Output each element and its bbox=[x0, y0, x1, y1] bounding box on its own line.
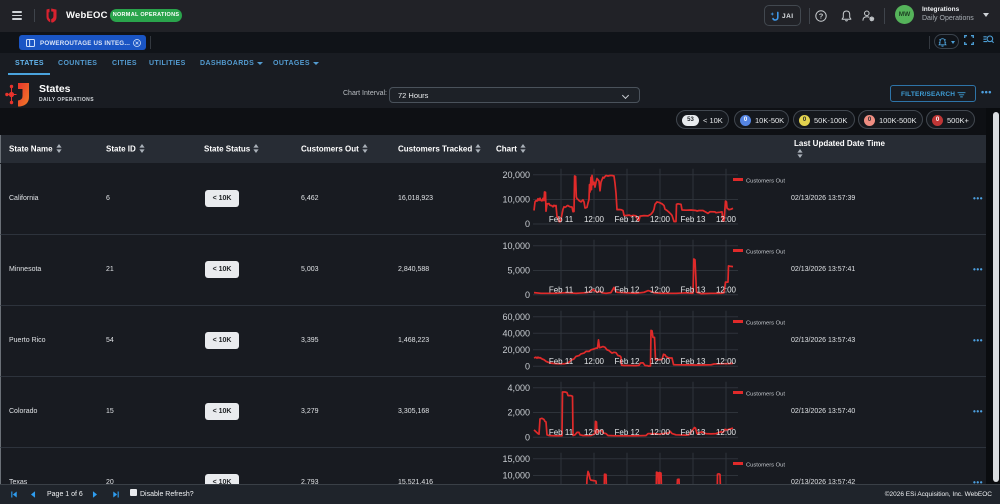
svg-text:Feb 11: Feb 11 bbox=[549, 215, 574, 224]
svg-text:10,000: 10,000 bbox=[502, 471, 530, 481]
svg-text:12:00: 12:00 bbox=[584, 286, 605, 295]
svg-text:20,000: 20,000 bbox=[502, 345, 530, 355]
svg-text:60,000: 60,000 bbox=[502, 312, 530, 322]
svg-text:Customers Out: Customers Out bbox=[746, 321, 785, 327]
svg-text:0: 0 bbox=[525, 361, 530, 371]
svg-text:12:00: 12:00 bbox=[716, 357, 737, 366]
svg-text:0: 0 bbox=[525, 290, 530, 300]
svg-text:12:00: 12:00 bbox=[716, 428, 737, 437]
svg-text:12:00: 12:00 bbox=[650, 357, 671, 366]
svg-text:4,000: 4,000 bbox=[507, 383, 530, 393]
svg-text:Customers Out: Customers Out bbox=[746, 250, 785, 256]
svg-text:Feb 12: Feb 12 bbox=[615, 215, 640, 224]
svg-text:0: 0 bbox=[525, 432, 530, 442]
svg-text:Feb 13: Feb 13 bbox=[681, 428, 706, 437]
svg-text:12:00: 12:00 bbox=[584, 215, 605, 224]
svg-text:12:00: 12:00 bbox=[584, 357, 605, 366]
svg-text:Feb 13: Feb 13 bbox=[681, 286, 706, 295]
svg-text:5,000: 5,000 bbox=[507, 266, 530, 276]
svg-text:Feb 12: Feb 12 bbox=[615, 428, 640, 437]
svg-text:15,000: 15,000 bbox=[502, 454, 530, 464]
svg-text:Feb 12: Feb 12 bbox=[615, 286, 640, 295]
svg-text:Feb 12: Feb 12 bbox=[615, 357, 640, 366]
svg-text:Customers Out: Customers Out bbox=[746, 463, 785, 469]
svg-text:Feb 11: Feb 11 bbox=[549, 357, 574, 366]
svg-text:12:00: 12:00 bbox=[650, 215, 671, 224]
svg-text:0: 0 bbox=[525, 219, 530, 229]
svg-text:Customers Out: Customers Out bbox=[746, 179, 785, 185]
svg-text:Feb 11: Feb 11 bbox=[549, 428, 574, 437]
svg-text:40,000: 40,000 bbox=[502, 328, 530, 338]
svg-text:12:00: 12:00 bbox=[716, 286, 737, 295]
svg-text:10,000: 10,000 bbox=[502, 195, 530, 205]
svg-text:20,000: 20,000 bbox=[502, 170, 530, 180]
svg-text:12:00: 12:00 bbox=[650, 286, 671, 295]
svg-text:12:00: 12:00 bbox=[650, 428, 671, 437]
svg-text:2,000: 2,000 bbox=[507, 408, 530, 418]
svg-text:Feb 11: Feb 11 bbox=[549, 286, 574, 295]
svg-text:12:00: 12:00 bbox=[584, 428, 605, 437]
svg-text:Feb 13: Feb 13 bbox=[681, 357, 706, 366]
svg-text:10,000: 10,000 bbox=[502, 241, 530, 251]
svg-text:12:00: 12:00 bbox=[716, 215, 737, 224]
svg-text:Feb 13: Feb 13 bbox=[681, 215, 706, 224]
svg-text:Customers Out: Customers Out bbox=[746, 392, 785, 398]
